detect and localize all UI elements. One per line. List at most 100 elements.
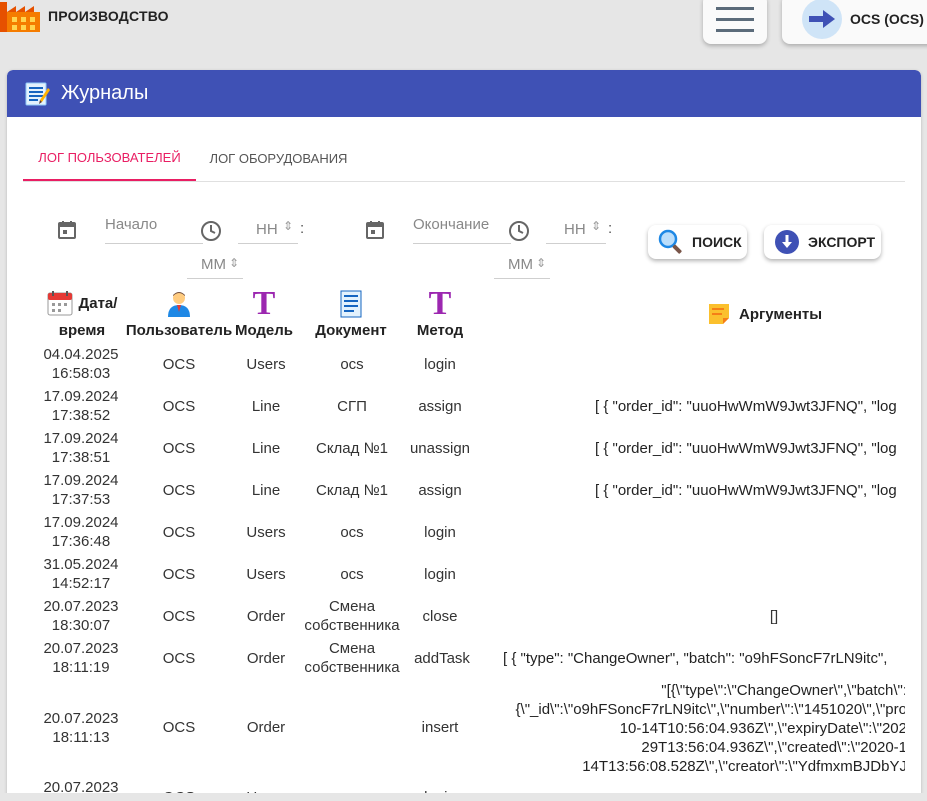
table-row[interactable]: 17.09.2024 17:36:48 OCS Users ocs login bbox=[7, 511, 921, 553]
cell-model: Order bbox=[246, 719, 286, 736]
cell-date: 31.05.2024 bbox=[43, 556, 119, 573]
cell-model: Line bbox=[251, 481, 281, 499]
cell-date: 17.09.2024 bbox=[43, 514, 119, 531]
card-header: Журналы bbox=[7, 70, 921, 117]
args-line: {\"_id\":\"o9hFSoncF7rLN9itc\",\"number\… bbox=[515, 701, 905, 718]
header-document[interactable]: Документ bbox=[309, 290, 393, 340]
stepper-icon: ⇕ bbox=[536, 256, 547, 270]
start-hour-select[interactable]: НН ⇕ bbox=[238, 217, 298, 244]
cell-user: OCS bbox=[162, 565, 196, 583]
header-model-label: Модель bbox=[234, 322, 294, 339]
cell-time: 18:30:07 bbox=[51, 617, 111, 634]
cell-date: 20.07.2023 bbox=[43, 709, 119, 727]
journal-icon bbox=[25, 82, 50, 105]
user-avatar bbox=[802, 0, 842, 39]
cell-user: OCS bbox=[162, 439, 196, 457]
start-minute-select[interactable]: ММ ⇕ bbox=[187, 252, 243, 279]
end-date-input[interactable]: Окончание bbox=[413, 216, 511, 244]
cell-method: close bbox=[422, 607, 458, 625]
header-model[interactable]: T Модель bbox=[229, 285, 299, 340]
args-text: [ { "type": "ChangeOwner", "batch": "o9h… bbox=[503, 649, 888, 667]
app-title: ПРОИЗВОДСТВО bbox=[48, 8, 169, 24]
cell-user: OCS bbox=[162, 719, 196, 736]
cell-document-line2: собственника bbox=[304, 659, 400, 676]
sticky-note-icon bbox=[709, 304, 729, 324]
export-label: ЭКСПОРТ bbox=[808, 234, 876, 250]
header-method[interactable]: T Метод bbox=[405, 285, 475, 340]
cell-arguments: [] bbox=[769, 607, 779, 625]
end-hour-value: НН bbox=[564, 221, 586, 238]
cell-datetime: 17.09.2024 17:38:52 bbox=[29, 385, 133, 427]
table-row[interactable]: 17.09.2024 17:37:53 OCS Line Склад №1 as… bbox=[7, 469, 921, 511]
cell-model: Line bbox=[251, 439, 281, 457]
table-row[interactable]: 04.04.2025 16:58:03 OCS Users ocs login bbox=[7, 343, 921, 385]
tab-user-log[interactable]: ЛОГ ПОЛЬЗОВАТЕЛЕЙ bbox=[23, 135, 196, 181]
args-text: [ { "order_id": "uuoHwWmW9Jwt3JFNQ", "lo… bbox=[595, 397, 897, 415]
header-datetime-line2: время bbox=[58, 322, 106, 339]
cell-datetime: 20.07.2023 18:30:07 bbox=[29, 595, 133, 637]
export-button[interactable]: ЭКСПОРТ bbox=[764, 225, 881, 259]
start-hour-value: НН bbox=[256, 221, 278, 238]
args-line: "[{\"type\":\"ChangeOwner\",\"batch\": bbox=[661, 682, 905, 699]
cell-time: 18:11:19 bbox=[52, 659, 110, 676]
cell-time: 17:37:53 bbox=[51, 491, 111, 508]
menu-button[interactable] bbox=[703, 0, 767, 44]
cell-arguments bbox=[387, 343, 905, 385]
cell-document-line1: Смена bbox=[328, 598, 376, 615]
table-row[interactable]: 20.07.2023 18:11:13 OCS Order insert "[{… bbox=[7, 679, 921, 776]
arrow-right-icon bbox=[809, 10, 835, 28]
header-method-label: Метод bbox=[416, 322, 464, 339]
cell-date: 04.04.2025 bbox=[43, 346, 119, 363]
table-row[interactable]: 17.09.2024 17:38:51 OCS Line Склад №1 un… bbox=[7, 427, 921, 469]
brand: ПРОИЗВОДСТВО bbox=[0, 0, 169, 32]
end-minute-select[interactable]: ММ ⇕ bbox=[494, 252, 550, 279]
clock-icon[interactable] bbox=[508, 220, 530, 242]
table-row[interactable]: 20.07.2023 18:30:07 OCS Order Смена собс… bbox=[7, 595, 921, 637]
calendar-icon[interactable] bbox=[365, 220, 385, 240]
cell-datetime: 17.09.2024 17:37:53 bbox=[29, 469, 133, 511]
factory-icon bbox=[0, 2, 40, 32]
start-minute-value: ММ bbox=[201, 256, 226, 273]
cell-model: Order bbox=[246, 607, 286, 625]
table-row[interactable]: 20.07.2023 18:11:19 OCS Order Смена собс… bbox=[7, 637, 921, 679]
time-separator: : bbox=[608, 220, 613, 237]
end-hour-select[interactable]: НН ⇕ bbox=[546, 217, 606, 244]
cell-arguments: [ { "order_id": "uuoHwWmW9Jwt3JFNQ", "lo… bbox=[387, 469, 905, 511]
search-button[interactable]: ПОИСК bbox=[648, 225, 747, 259]
tab-bar: ЛОГ ПОЛЬЗОВАТЕЛЕЙ ЛОГ ОБОРУДОВАНИЯ bbox=[23, 135, 905, 182]
stepper-icon: ⇕ bbox=[591, 219, 602, 233]
cell-arguments bbox=[387, 511, 905, 553]
journals-card: Журналы ЛОГ ПОЛЬЗОВАТЕЛЕЙ ЛОГ ОБОРУДОВАН… bbox=[7, 70, 921, 801]
cell-arguments: "[{\"type\":\"ChangeOwner\",\"batch\": {… bbox=[387, 679, 905, 776]
tab-equipment-log[interactable]: ЛОГ ОБОРУДОВАНИЯ bbox=[196, 135, 361, 181]
text-type-icon: T bbox=[252, 285, 276, 322]
text-type-icon: T bbox=[428, 285, 452, 322]
cell-model: Users bbox=[246, 565, 286, 583]
user-button[interactable]: OCS (OCS) bbox=[782, 0, 927, 44]
search-icon bbox=[658, 229, 682, 254]
args-line: 14T13:56:08.528Z\",\"creator\":\"YdfmxmB… bbox=[582, 758, 905, 775]
cell-arguments: [ { "order_id": "uuoHwWmW9Jwt3JFNQ", "lo… bbox=[387, 427, 905, 469]
document-icon bbox=[340, 290, 362, 318]
cell-datetime: 17.09.2024 17:38:51 bbox=[29, 427, 133, 469]
args-text: [ { "order_id": "uuoHwWmW9Jwt3JFNQ", "lo… bbox=[595, 439, 897, 457]
table-row[interactable]: 31.05.2024 14:52:17 OCS Users ocs login bbox=[7, 553, 921, 595]
header-arguments[interactable]: Аргументы bbox=[707, 302, 847, 326]
cell-time: 17:36:48 bbox=[51, 533, 111, 550]
hamburger-icon bbox=[716, 7, 754, 32]
cell-document-line2: собственника bbox=[304, 617, 400, 634]
table-row[interactable]: 17.09.2024 17:38:52 OCS Line СГП assign … bbox=[7, 385, 921, 427]
header-datetime[interactable]: Дата/ время bbox=[37, 290, 127, 340]
cell-date: 17.09.2024 bbox=[43, 430, 119, 447]
header-user[interactable]: Пользователь bbox=[123, 290, 235, 340]
cell-document-line1: Смена bbox=[328, 640, 376, 657]
cell-arguments: [ { "order_id": "uuoHwWmW9Jwt3JFNQ", "lo… bbox=[387, 385, 905, 427]
cell-time: 17:38:51 bbox=[51, 449, 111, 466]
bottom-strip bbox=[0, 793, 927, 801]
calendar-icon[interactable] bbox=[57, 220, 77, 240]
start-date-input[interactable]: Начало bbox=[105, 216, 203, 244]
cell-user: OCS bbox=[162, 481, 196, 499]
clock-icon[interactable] bbox=[200, 220, 222, 242]
cell-arguments bbox=[387, 553, 905, 595]
